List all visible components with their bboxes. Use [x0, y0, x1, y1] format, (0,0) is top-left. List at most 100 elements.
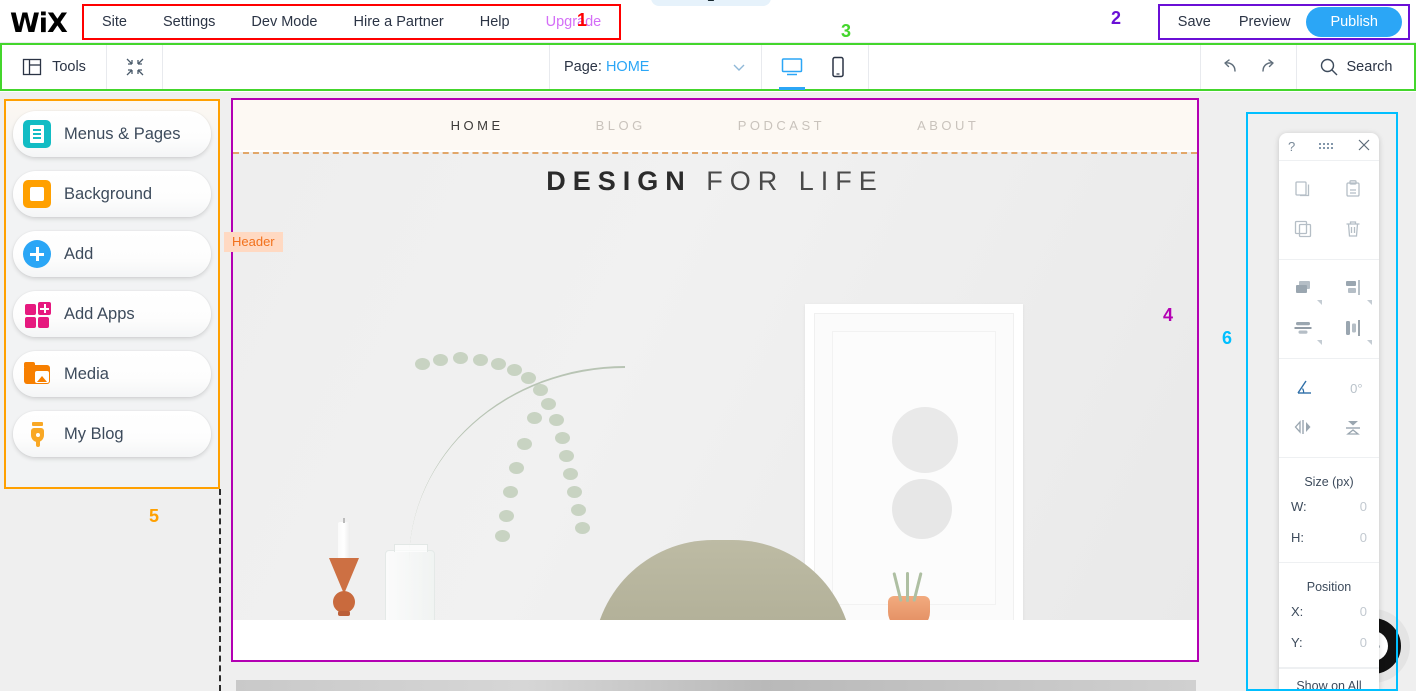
delete-icon[interactable]	[1343, 219, 1365, 241]
sidebar-item-label: My Blog	[64, 424, 124, 443]
search-label: Search	[1346, 59, 1393, 75]
x-label: X:	[1291, 604, 1304, 619]
menu-item-site[interactable]: Site	[84, 6, 145, 38]
x-value[interactable]: 0	[1360, 604, 1367, 619]
drag-grip-icon[interactable]	[1318, 142, 1335, 151]
height-label: H:	[1291, 530, 1304, 545]
sidebar-item-add-apps[interactable]: Add Apps	[13, 291, 211, 337]
header-section-divider	[233, 152, 1197, 154]
copy-icon[interactable]	[1293, 179, 1315, 201]
header-section-label: Header	[224, 232, 283, 252]
y-field[interactable]: Y: 0	[1279, 627, 1379, 658]
sidebar-item-my-blog[interactable]: My Blog	[13, 411, 211, 457]
preview-button[interactable]: Preview	[1227, 14, 1303, 30]
page-selector[interactable]: Page: HOME	[549, 45, 761, 89]
close-icon[interactable]	[1358, 139, 1370, 154]
annotation-6: 6	[1222, 328, 1233, 348]
flip-horizontal-icon[interactable]	[1293, 417, 1315, 439]
sidebar-item-background[interactable]: Background	[13, 171, 211, 217]
publish-button[interactable]: Publish	[1306, 7, 1402, 37]
photo-bottom-strip	[233, 620, 1197, 660]
rotate-icon[interactable]	[1295, 377, 1317, 399]
site-nav-about[interactable]: ABOUT	[871, 118, 1025, 133]
top-actions: Save Preview Publish	[1157, 4, 1410, 40]
hero-photo[interactable]	[233, 152, 1197, 660]
sidebar-item-label: Background	[64, 184, 153, 203]
search-button[interactable]: Search	[1296, 45, 1414, 89]
collapse-button[interactable]	[107, 45, 163, 89]
frame-circle-top	[892, 407, 958, 473]
transform-tools: 0°	[1279, 359, 1379, 458]
sidebar-item-add[interactable]: Add	[13, 231, 211, 277]
x-field[interactable]: X: 0	[1279, 596, 1379, 627]
editor-toolbar: Tools Page: HOME Search	[0, 43, 1416, 91]
duplicate-icon[interactable]	[1293, 219, 1315, 241]
menu-item-upgrade[interactable]: Upgrade	[528, 6, 620, 38]
save-button[interactable]: Save	[1166, 14, 1223, 30]
height-value[interactable]: 0	[1360, 530, 1367, 545]
arrange-align-tools	[1279, 260, 1379, 359]
mobile-view-button[interactable]	[821, 44, 855, 90]
tools-panel-icon	[22, 57, 42, 77]
y-label: Y:	[1291, 635, 1303, 650]
wix-logo[interactable]: WiX	[10, 8, 68, 39]
help-question-icon[interactable]: ?	[1288, 139, 1295, 154]
page-prefix: Page:	[564, 59, 602, 75]
menus-pages-icon	[23, 120, 51, 148]
height-field[interactable]: H: 0	[1279, 522, 1379, 553]
width-value[interactable]: 0	[1360, 499, 1367, 514]
photo-candle	[338, 518, 350, 562]
site-nav-podcast[interactable]: PODCAST	[692, 118, 871, 133]
chevron-down-icon	[731, 59, 747, 75]
clipboard-tools	[1279, 161, 1379, 260]
desktop-view-icon	[781, 57, 803, 77]
site-nav-blog[interactable]: BLOG	[550, 118, 692, 133]
site-canvas[interactable]: HOME BLOG PODCAST ABOUT DESIGN FOR LIFE	[231, 98, 1199, 662]
position-section: Position X: 0 Y: 0	[1279, 563, 1379, 668]
redo-icon[interactable]	[1257, 58, 1277, 76]
menu-item-help[interactable]: Help	[462, 6, 528, 38]
arrange-icon[interactable]	[1293, 278, 1322, 305]
hero-heading-bold: DESIGN	[546, 166, 692, 196]
wix-editor-window: WiX Site Settings Dev Mode Hire a Partne…	[0, 0, 1416, 691]
show-on-all-button[interactable]: Show on All	[1279, 668, 1379, 691]
rotate-value[interactable]: 0°	[1350, 381, 1362, 396]
distribute-vertical-icon[interactable]	[1343, 318, 1372, 345]
undo-icon[interactable]	[1221, 58, 1241, 76]
width-field[interactable]: W: 0	[1279, 491, 1379, 522]
menu-item-hire-a-partner[interactable]: Hire a Partner	[336, 6, 462, 38]
left-sidebar: Menus & Pages Background Add Add Apps Me…	[4, 99, 220, 489]
toolbar-spacer-left	[163, 45, 549, 89]
size-title: Size (px)	[1304, 475, 1354, 489]
menu-item-settings[interactable]: Settings	[145, 6, 233, 38]
tools-button[interactable]: Tools	[2, 45, 107, 89]
sidebar-item-label: Menus & Pages	[64, 124, 181, 143]
view-switcher	[761, 44, 869, 90]
collapse-editor-tab[interactable]: ▲	[651, 0, 771, 6]
page-value: HOME	[605, 59, 650, 75]
floating-toolbar: ? 0° Size (px) W: 0 H: 0 Position X: 0 Y…	[1279, 133, 1379, 691]
position-title: Position	[1306, 580, 1352, 594]
menu-item-dev-mode[interactable]: Dev Mode	[233, 6, 335, 38]
sidebar-item-media[interactable]: Media	[13, 351, 211, 397]
paste-icon[interactable]	[1343, 179, 1365, 201]
site-nav-home[interactable]: HOME	[405, 118, 550, 133]
alignment-guide-line	[219, 489, 221, 691]
desktop-view-button[interactable]	[775, 44, 809, 90]
distribute-horizontal-icon[interactable]	[1293, 318, 1322, 345]
add-icon	[23, 240, 51, 268]
size-section: Size (px) W: 0 H: 0	[1279, 458, 1379, 563]
sidebar-item-label: Add Apps	[64, 304, 135, 323]
history-controls	[1200, 45, 1296, 89]
align-icon[interactable]	[1343, 278, 1372, 305]
top-bar: WiX Site Settings Dev Mode Hire a Partne…	[0, 0, 1416, 43]
search-icon	[1319, 57, 1339, 77]
hero-heading[interactable]: DESIGN FOR LIFE	[233, 166, 1197, 197]
page-selector-label: Page: HOME	[564, 59, 649, 75]
width-label: W:	[1291, 499, 1307, 514]
flip-vertical-icon[interactable]	[1343, 417, 1365, 439]
floating-toolbar-header[interactable]: ?	[1279, 133, 1379, 161]
y-value[interactable]: 0	[1360, 635, 1367, 650]
hero-heading-light: FOR LIFE	[706, 166, 884, 196]
sidebar-item-menus-pages[interactable]: Menus & Pages	[13, 111, 211, 157]
